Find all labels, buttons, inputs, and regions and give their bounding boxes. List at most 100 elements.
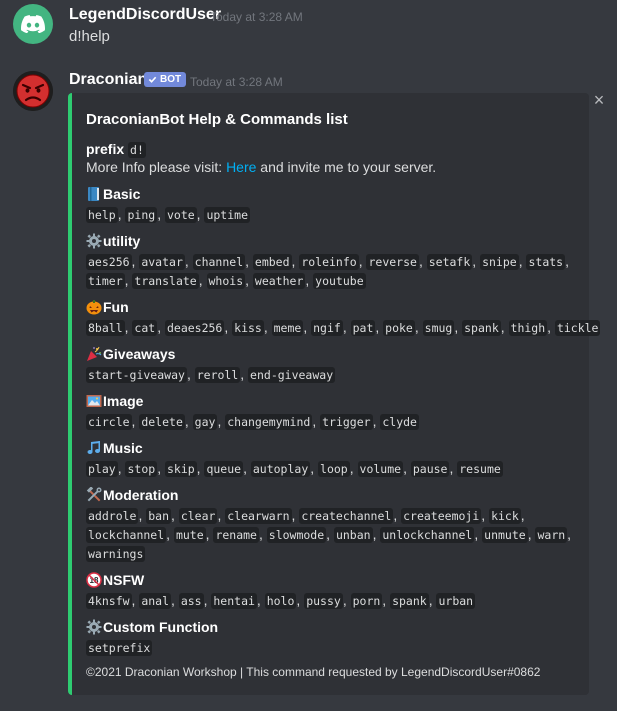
comma-separator: ,	[305, 272, 314, 288]
field-name: Giveaways	[86, 346, 175, 362]
close-icon[interactable]: ×	[592, 91, 606, 109]
bot-tag: BOT	[144, 72, 187, 87]
field-name-label: Fun	[103, 299, 129, 315]
command-code: avatar	[139, 254, 185, 270]
bot-avatar[interactable]	[13, 71, 53, 111]
field-name: Custom Function	[86, 619, 218, 635]
command-code: ngif	[311, 320, 343, 336]
command-code: meme	[271, 320, 304, 336]
command-code: queue	[204, 461, 244, 477]
field-name-label: NSFW	[103, 572, 145, 588]
field-value-line: warnings	[86, 544, 146, 564]
comma-separator: ,	[375, 319, 384, 335]
command-code: 4knsfw	[86, 593, 132, 609]
field-value-line: 4knsfw, anal, ass, hentai, holo, pussy, …	[86, 591, 476, 611]
field-value-line: 8ball, cat, deaes256, kiss, meme, ngif, …	[86, 318, 601, 338]
bot-tag-label: BOT	[160, 74, 182, 85]
comma-separator: ,	[243, 460, 251, 476]
field-name: Image	[86, 393, 143, 409]
comma-separator: ,	[547, 319, 555, 335]
info-line: More Info please visit: Here and invite …	[86, 159, 436, 175]
info-text-after: and invite me to your server.	[256, 159, 437, 175]
command-code: roleinfo	[299, 254, 359, 270]
field-value-line: aes256, avatar, channel, embed, roleinfo…	[86, 252, 569, 272]
comma-separator: ,	[303, 319, 312, 335]
command-code: anal	[139, 593, 172, 609]
command-code: play	[86, 461, 118, 477]
embed-footer: ©2021 Draconian Workshop | This command …	[86, 665, 541, 679]
comma-separator: ,	[565, 253, 569, 269]
comma-separator: ,	[263, 319, 272, 335]
command-code: timer	[86, 273, 125, 289]
command-code: weather	[252, 273, 306, 289]
field-name: Fun	[86, 299, 129, 315]
field-name-label: Custom Function	[103, 619, 219, 635]
comma-separator: ,	[481, 507, 490, 523]
command-code: pussy	[304, 593, 343, 609]
command-code: snipe	[480, 254, 519, 270]
comma-separator: ,	[567, 526, 572, 542]
command-code: ass	[178, 593, 204, 609]
comma-separator: ,	[474, 526, 483, 542]
comma-separator: ,	[171, 592, 179, 608]
field-value-line: circle, delete, gay, changemymind, trigg…	[86, 412, 419, 432]
comma-separator: ,	[198, 272, 207, 288]
command-code: trigger	[320, 414, 373, 430]
command-code: loop	[318, 461, 350, 477]
command-code: ping	[125, 207, 158, 223]
field-name-label: Moderation	[103, 487, 179, 503]
command-code: reverse	[366, 254, 419, 270]
jack-o-lantern-icon	[86, 299, 102, 315]
embed-title: DraconianBot Help & Commands list	[86, 111, 348, 128]
command-code: mute	[173, 527, 206, 543]
comma-separator: ,	[245, 272, 253, 288]
user-avatar[interactable]	[13, 4, 53, 44]
command-code: uptime	[204, 207, 250, 223]
command-code: smug	[422, 320, 455, 336]
command-code: urban	[436, 593, 476, 609]
command-code: warn	[535, 527, 568, 543]
command-code: vote	[164, 207, 197, 223]
command-code: thigh	[508, 320, 548, 336]
comma-separator: ,	[472, 253, 481, 269]
comma-separator: ,	[382, 592, 391, 608]
field-name-label: Image	[103, 393, 144, 409]
field-name-label: Basic	[103, 186, 141, 202]
comma-separator: ,	[326, 526, 334, 542]
comma-separator: ,	[245, 253, 253, 269]
framed-picture-icon	[86, 393, 102, 409]
command-code: reroll	[194, 367, 241, 383]
command-code: spank	[390, 593, 429, 609]
command-code: help	[86, 207, 118, 223]
bot-username[interactable]: Draconian	[69, 71, 147, 89]
comma-separator: ,	[166, 526, 174, 542]
command-code: whois	[206, 273, 246, 289]
command-code: clear	[178, 508, 218, 524]
command-code: aes256	[86, 254, 132, 270]
comma-separator: ,	[342, 592, 351, 608]
chat-view: LegendDiscordUser Today at 3:28 AM d! hel…	[0, 0, 617, 711]
comma-separator: ,	[258, 526, 267, 542]
angry-face-icon	[13, 71, 53, 111]
command-code: rename	[213, 527, 259, 543]
command-code: pat	[350, 320, 376, 336]
command-code: createchannel	[299, 508, 394, 524]
comma-separator: ,	[310, 460, 319, 476]
prefix-label: prefix	[86, 141, 125, 157]
field-name-label: Music	[103, 440, 143, 456]
command-code: poke	[383, 320, 415, 336]
command-code: clyde	[380, 414, 419, 430]
discord-logo-icon	[21, 15, 45, 33]
bot-message-timestamp: Today at 3:28 AM	[190, 75, 283, 89]
prefix-value: d!	[128, 142, 146, 158]
command-code: stop	[125, 461, 158, 477]
here-link[interactable]: Here	[226, 159, 256, 175]
command-code: start-giveaway	[86, 367, 187, 383]
field-value-line: start-giveaway, reroll, end-giveaway	[86, 365, 336, 385]
command-code: delete	[139, 414, 185, 430]
command-code: setafk	[426, 254, 473, 270]
command-code: embed	[252, 254, 292, 270]
message-username[interactable]: LegendDiscordUser	[69, 6, 221, 24]
comma-separator: ,	[157, 206, 165, 222]
hammer-and-wrench-icon	[86, 486, 102, 503]
